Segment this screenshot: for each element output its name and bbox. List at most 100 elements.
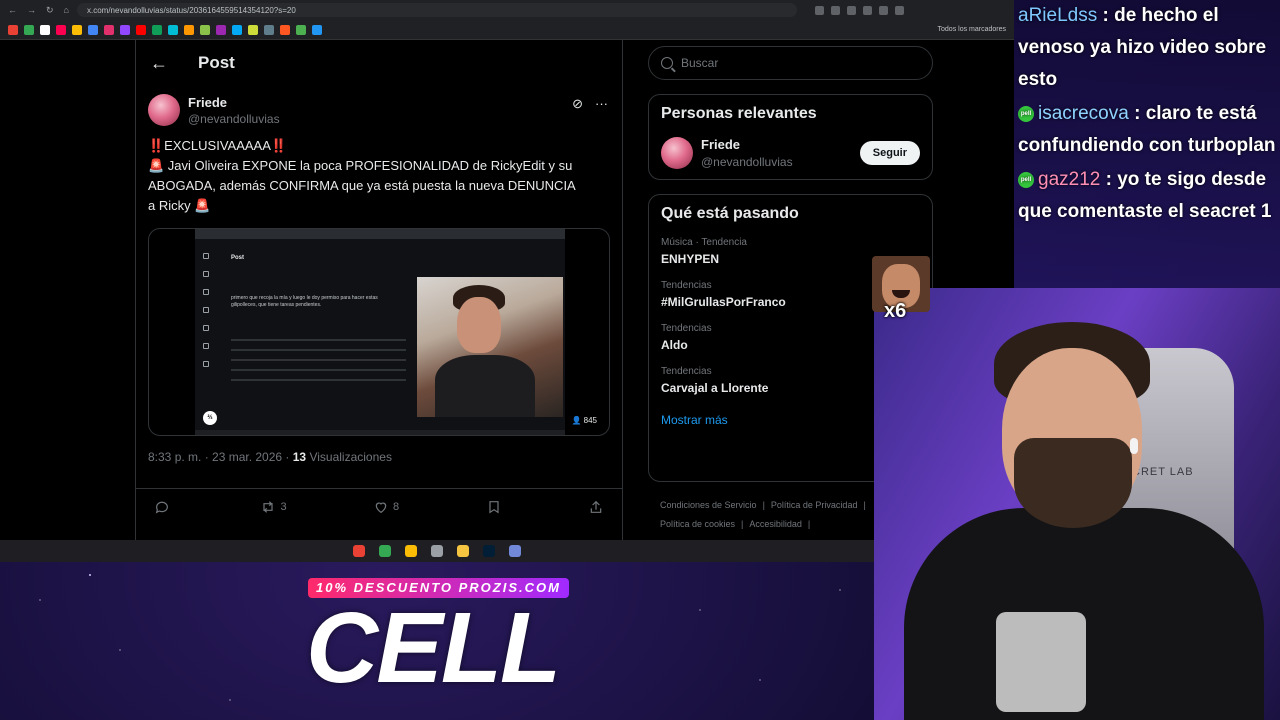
bookmark-icon[interactable]	[136, 24, 146, 35]
folder-icon[interactable]	[457, 545, 469, 557]
chrome-icon[interactable]	[405, 545, 417, 557]
extension-icon[interactable]	[894, 5, 904, 15]
footer-separator: |	[741, 519, 744, 529]
bookmark-icon[interactable]	[120, 24, 130, 35]
repost-icon	[263, 501, 274, 513]
sidebar-icon	[203, 361, 209, 367]
extension-icon[interactable]	[862, 5, 872, 15]
post-text-line: a Ricky 🚨	[148, 198, 211, 213]
like-count: 8	[393, 501, 400, 513]
photoshop-icon[interactable]	[483, 545, 495, 557]
video-frame: Post primero que recoja la mía y luego l…	[195, 229, 565, 435]
bookmark-icon[interactable]	[232, 24, 242, 35]
author-name[interactable]: Friede	[188, 95, 280, 110]
avatar[interactable]	[148, 94, 180, 126]
footer-link[interactable]: Política de Privacidad	[771, 500, 858, 510]
app-icon[interactable]	[509, 545, 521, 557]
os-taskbar	[0, 540, 874, 562]
bookmark-button[interactable]	[486, 499, 502, 515]
bookmark-icon[interactable]	[104, 24, 114, 35]
repost-button[interactable]: 3	[260, 499, 287, 515]
bookmark-icon[interactable]	[88, 24, 98, 35]
promo-code-text: CELL	[306, 592, 561, 704]
bookmark-icon[interactable]	[312, 24, 322, 35]
app-icon[interactable]	[353, 545, 365, 557]
video-views-count: 845	[583, 416, 597, 425]
bookmark-icon[interactable]	[280, 24, 290, 35]
trend-category: Música · Tendencia	[661, 237, 747, 248]
bookmark-icon[interactable]	[8, 24, 18, 35]
relevant-person[interactable]: Friede @nevandolluvias Seguir	[661, 137, 920, 169]
bookmark-icon[interactable]	[264, 24, 274, 35]
video-browser-bar	[195, 229, 565, 239]
bookmark-icon[interactable]	[24, 24, 34, 35]
views-label: Visualizaciones	[306, 450, 392, 464]
address-input[interactable]: x.com/nevandolluvias/status/203616455951…	[76, 3, 797, 17]
stream-chat: aRieLdss : de hecho el venoso ya hizo vi…	[1014, 0, 1280, 288]
video-player[interactable]: Post primero que recoja la mía y luego l…	[148, 228, 610, 436]
extension-icon[interactable]	[846, 5, 856, 15]
reply-button[interactable]	[154, 499, 174, 515]
extension-icon[interactable]	[814, 5, 824, 15]
footer-link[interactable]: Accesibilidad	[749, 519, 802, 529]
bookmark-icon[interactable]	[152, 24, 162, 35]
footer-separator: |	[863, 500, 866, 510]
more-options-icon[interactable]: ···	[595, 96, 608, 112]
relevant-people-title: Personas relevantes	[661, 105, 817, 122]
page-title: Post	[198, 53, 235, 72]
footer-link[interactable]: Condiciones de Servicio	[660, 500, 757, 510]
chat-username[interactable]: isacrecova	[1038, 103, 1129, 124]
back-icon[interactable]: ←	[8, 5, 17, 16]
like-button[interactable]: 8	[373, 499, 399, 515]
bookmark-icon[interactable]	[40, 24, 50, 35]
bookmark-icon[interactable]	[184, 24, 194, 35]
avatar[interactable]	[661, 137, 693, 169]
bookmark-icon[interactable]	[200, 24, 210, 35]
sidebar-icon	[203, 289, 209, 295]
repost-count: 3	[280, 501, 287, 513]
bookmark-icon[interactable]	[248, 24, 258, 35]
video-webcam	[417, 277, 563, 417]
extension-icon[interactable]	[878, 5, 888, 15]
post-timestamp[interactable]: 8:33 p. m. · 23 mar. 2026 ·	[148, 450, 293, 464]
extension-icon[interactable]	[830, 5, 840, 15]
relevant-people-card: Personas relevantes Friede @nevandolluvi…	[648, 94, 933, 180]
post-text-line: ‼️EXCLUSIVAAAAA‼️	[148, 138, 288, 153]
back-arrow-icon[interactable]: ←	[150, 53, 168, 74]
post-text-line: 🚨 Javi Oliveira EXPONE la poca PROFESION…	[148, 158, 573, 173]
bookmark-icon[interactable]	[56, 24, 66, 35]
viewer-icon: 👤	[571, 416, 584, 425]
bookmark-icon[interactable]	[216, 24, 226, 35]
video-sidebar	[199, 253, 213, 367]
video-x-badge: ⅔	[203, 411, 217, 425]
bookmark-icon[interactable]	[296, 24, 306, 35]
author-handle[interactable]: @nevandolluvias	[188, 112, 280, 126]
url-text: x.com/nevandolluvias/status/203616455951…	[86, 5, 296, 15]
reload-icon[interactable]: ↻	[46, 5, 54, 16]
forward-icon[interactable]: →	[27, 5, 36, 16]
grok-icon[interactable]: ⊘	[572, 96, 583, 112]
views-count: 13	[292, 450, 307, 464]
home-icon[interactable]: ⌂	[64, 5, 69, 16]
trends-title: Qué está pasando	[661, 205, 799, 222]
all-bookmarks-folder[interactable]: Todos los marcadores	[938, 26, 1006, 33]
sub-badge-icon: pell	[1018, 105, 1034, 122]
search-input[interactable]	[681, 56, 901, 70]
bookmark-icon[interactable]	[168, 24, 178, 35]
app-icon[interactable]	[379, 545, 391, 557]
app-icon[interactable]	[431, 545, 443, 557]
footer-link[interactable]: Política de cookies	[660, 519, 735, 529]
follow-button[interactable]: Seguir	[859, 141, 920, 165]
nav-buttons: ← → ↻ ⌂	[8, 5, 69, 16]
video-person-face	[457, 297, 501, 353]
relevant-person-handle[interactable]: @nevandolluvias	[701, 155, 793, 169]
sub-badge-icon: pell	[1018, 171, 1034, 188]
share-button[interactable]	[588, 499, 604, 515]
chat-username[interactable]: aRieLdss	[1018, 5, 1097, 26]
bookmark-icon[interactable]	[72, 24, 82, 35]
relevant-person-name[interactable]: Friede	[701, 137, 793, 152]
search-box[interactable]	[648, 46, 933, 80]
sidebar-icon	[203, 271, 209, 277]
chat-username[interactable]: gaz212	[1038, 169, 1100, 190]
earbud	[1130, 438, 1138, 454]
